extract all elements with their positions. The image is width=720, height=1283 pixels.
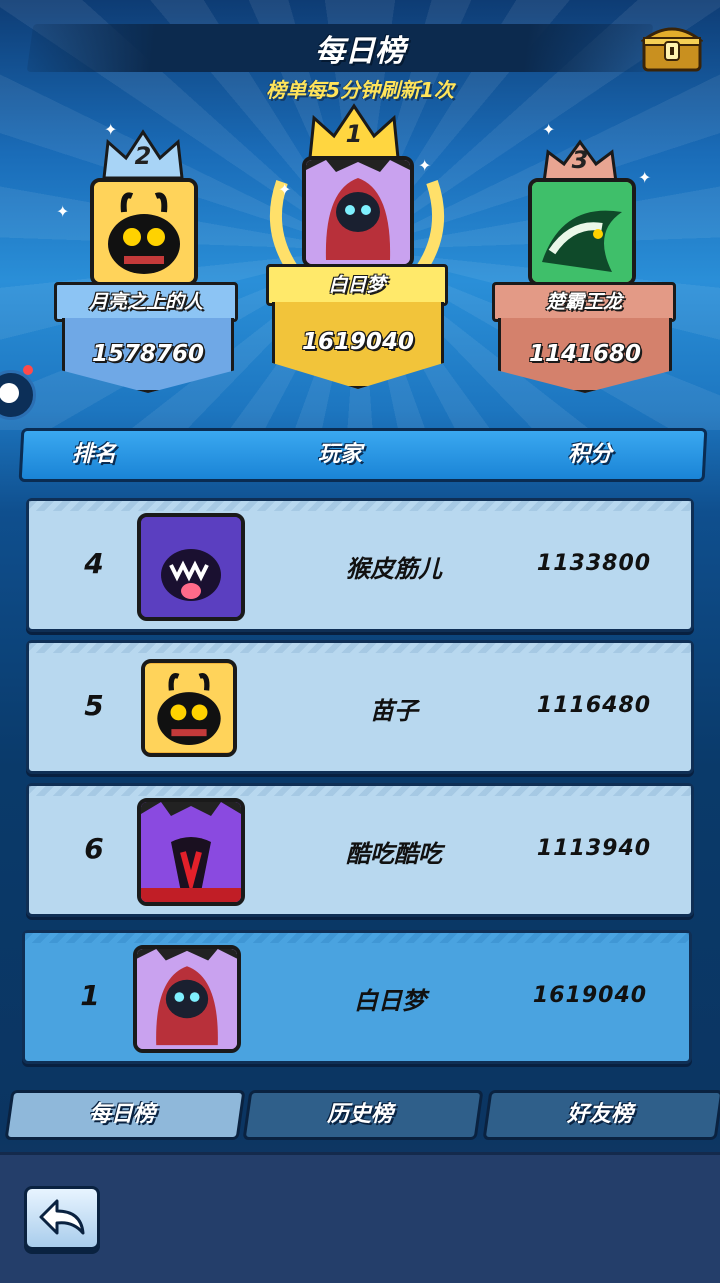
row-rank: 4 xyxy=(84,547,104,580)
sparkle-icon: ✦ xyxy=(104,120,118,139)
row-player-name: 酷吃酷吃 xyxy=(346,840,442,868)
tab-history-label: 历史榜 xyxy=(326,1102,393,1127)
podium-player-name: 月亮之上的人 xyxy=(54,282,238,322)
refresh-hint: 榜单每5分钟刷新1次 xyxy=(266,78,454,102)
podium-player-name: 白日梦 xyxy=(266,264,448,306)
row-score: 1113940 xyxy=(536,836,652,861)
row-score: 1133800 xyxy=(536,551,652,576)
sparkle-icon: ✦ xyxy=(638,168,652,187)
column-player: 玩家 xyxy=(318,442,363,467)
row-score: 1619040 xyxy=(532,983,648,1008)
row-player-name: 猴皮筋儿 xyxy=(346,555,442,583)
sparkle-icon: ✦ xyxy=(56,202,70,221)
tab-daily-label: 每日榜 xyxy=(88,1102,155,1127)
page-title: 每日榜 xyxy=(315,34,405,69)
black-bug-monster-icon[interactable] xyxy=(141,659,237,757)
row-rank: 6 xyxy=(84,832,104,865)
row-rank: 1 xyxy=(80,979,100,1012)
purple-shark-icon[interactable] xyxy=(137,513,245,621)
column-score: 积分 xyxy=(568,442,613,467)
tab-friends-label: 好友榜 xyxy=(566,1102,633,1127)
leaderboard-row[interactable]: 6 酷吃酷吃 1113940 xyxy=(26,783,694,917)
back-button[interactable] xyxy=(24,1186,100,1250)
podium-rank-number: 1 xyxy=(345,120,363,148)
notification-dot xyxy=(23,365,33,375)
podium-player-name: 楚霸王龙 xyxy=(492,282,676,322)
purple-demon-icon[interactable] xyxy=(137,798,245,906)
sparkle-icon: ✦ xyxy=(278,180,292,199)
podium-rank-number: 3 xyxy=(571,146,589,174)
sparkle-icon: ✦ xyxy=(418,156,432,175)
self-rank-row[interactable]: 1 白日梦 1619040 xyxy=(22,930,692,1064)
hooded-ghost-icon[interactable] xyxy=(133,945,241,1053)
podium-rank-number: 2 xyxy=(134,142,152,170)
black-bug-monster-icon[interactable] xyxy=(90,178,198,286)
row-score: 1116480 xyxy=(536,693,652,718)
bottom-bar xyxy=(0,1152,720,1283)
leaderboard-row[interactable]: 5 苗子 1116480 xyxy=(26,640,694,774)
row-rank: 5 xyxy=(84,689,104,722)
column-rank: 排名 xyxy=(72,442,117,467)
hooded-ghost-icon[interactable] xyxy=(302,156,414,268)
row-player-name: 白日梦 xyxy=(354,987,426,1015)
green-dragon-icon[interactable] xyxy=(528,178,636,286)
leaderboard-row[interactable]: 4 猴皮筋儿 1133800 xyxy=(26,498,694,632)
row-player-name: 苗子 xyxy=(370,697,418,725)
sparkle-icon: ✦ xyxy=(542,120,556,139)
back-arrow-icon xyxy=(39,1199,85,1235)
treasure-chest-icon[interactable] xyxy=(639,22,705,74)
